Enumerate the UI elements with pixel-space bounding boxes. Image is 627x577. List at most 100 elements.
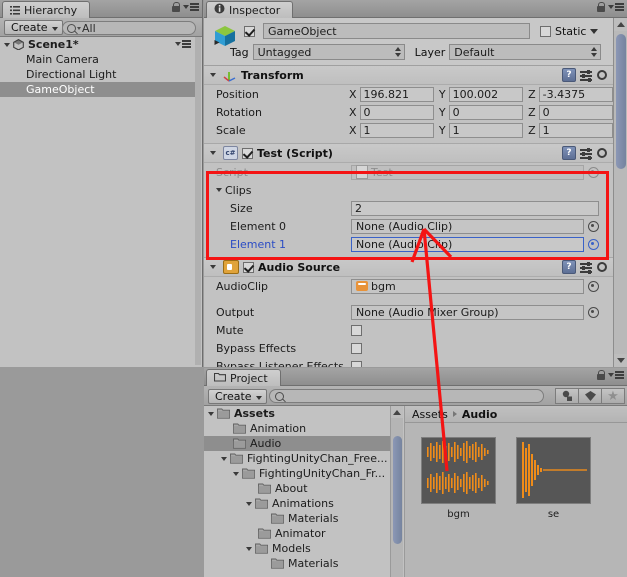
preset-icon[interactable]: [580, 261, 592, 274]
gear-icon[interactable]: [596, 261, 608, 273]
object-picker-icon[interactable]: [588, 220, 599, 232]
tab-hierarchy[interactable]: Hierarchy: [2, 1, 91, 18]
chevron-down-icon[interactable]: [216, 188, 222, 192]
type-filter-button[interactable]: [555, 388, 579, 404]
asset-thumbnail[interactable]: [421, 437, 496, 504]
hierarchy-row-gameobject[interactable]: GameObject: [0, 82, 195, 97]
tag-dropdown[interactable]: Untagged: [252, 44, 405, 60]
project-create-button[interactable]: Create: [208, 389, 267, 404]
bypass-listener-effects-checkbox[interactable]: [351, 360, 362, 367]
output-object-field[interactable]: None (Audio Mixer Group): [351, 304, 584, 320]
hamburger-menu-icon[interactable]: [608, 371, 624, 379]
audio-source-header[interactable]: Audio Source ?: [204, 258, 613, 277]
project-tree-row-models[interactable]: Models: [204, 541, 399, 556]
scroll-down-button[interactable]: [614, 354, 627, 367]
scale-y-input[interactable]: 1: [448, 122, 524, 138]
favorite-button[interactable]: ★: [601, 388, 625, 404]
static-checkbox[interactable]: [540, 26, 551, 37]
clips-foldout-row[interactable]: Clips: [204, 181, 613, 199]
rotation-y-input[interactable]: 0: [448, 104, 524, 120]
hierarchy-row-directional-light[interactable]: Directional Light: [0, 67, 195, 82]
lock-icon[interactable]: [597, 2, 605, 12]
chevron-down-icon[interactable]: [590, 29, 599, 34]
tab-inspector[interactable]: Inspector: [206, 1, 294, 18]
chevron-down-icon[interactable]: [246, 501, 252, 506]
inspector-scrollbar[interactable]: [613, 18, 627, 367]
chevron-down-icon[interactable]: [210, 265, 216, 269]
scale-x-input[interactable]: 1: [359, 122, 434, 138]
chevron-down-icon[interactable]: [208, 411, 214, 416]
lock-icon[interactable]: [597, 370, 605, 380]
breadcrumb-assets[interactable]: Assets: [412, 408, 448, 421]
label-filter-button[interactable]: [578, 388, 602, 404]
help-icon[interactable]: ?: [562, 260, 576, 274]
help-icon[interactable]: ?: [562, 68, 576, 82]
project-tree-row-fightingunitychan-fr[interactable]: FightingUnityChan_Fr...: [204, 466, 399, 481]
project-tree-row-assets[interactable]: Assets: [204, 406, 399, 421]
object-picker-icon[interactable]: [588, 238, 599, 250]
project-tree-row-animations[interactable]: Animations: [204, 496, 399, 511]
preset-icon[interactable]: [580, 69, 592, 82]
audioclip-object-field[interactable]: bgm: [351, 278, 584, 294]
project-tree-row-materials-models[interactable]: Materials: [204, 556, 399, 571]
hierarchy-row-scene[interactable]: Scene1*: [0, 37, 195, 52]
object-picker-icon[interactable]: [588, 280, 599, 292]
clips-size-input[interactable]: 2: [351, 200, 599, 216]
mute-checkbox[interactable]: [351, 324, 362, 336]
chevron-down-icon[interactable]: [210, 151, 216, 155]
project-tree-row-audio[interactable]: Audio: [204, 436, 399, 451]
audio-source-enabled-checkbox[interactable]: [243, 261, 254, 273]
chevron-down-icon[interactable]: [221, 456, 227, 461]
layer-dropdown[interactable]: Default: [449, 44, 602, 60]
transform-header[interactable]: Transform ?: [204, 66, 613, 85]
static-toggle[interactable]: Static: [540, 25, 599, 38]
test-script-header[interactable]: c# Test (Script) ?: [204, 144, 613, 163]
element-0-object-field[interactable]: None (Audio Clip): [351, 218, 584, 234]
rotation-z-input[interactable]: 0: [538, 104, 613, 120]
create-button[interactable]: Create: [4, 20, 63, 35]
hierarchy-row-main-camera[interactable]: Main Camera: [0, 52, 195, 67]
chevron-down-icon[interactable]: [233, 471, 239, 476]
hierarchy-scrollbar[interactable]: [195, 37, 201, 365]
chevron-down-icon[interactable]: [210, 73, 216, 77]
tree-scroll-up-button[interactable]: [391, 406, 403, 418]
element-1-object-field[interactable]: None (Audio Clip): [351, 236, 584, 252]
project-tree-row-fightingunitychan-free[interactable]: FightingUnityChan_Free...: [204, 451, 399, 466]
project-tree-row-animator[interactable]: Animator: [204, 526, 399, 541]
bypass-effects-checkbox[interactable]: [351, 342, 362, 354]
project-tree-row-animation[interactable]: Animation: [204, 421, 399, 436]
position-x-input[interactable]: 196.821: [359, 86, 434, 102]
breadcrumb-audio[interactable]: Audio: [462, 408, 498, 421]
asset-item-se[interactable]: se: [516, 437, 591, 577]
scene-context-menu-icon[interactable]: [175, 40, 191, 48]
gear-icon[interactable]: [596, 69, 608, 81]
project-tree-row-materials-anim[interactable]: Materials: [204, 511, 399, 526]
hamburger-menu-icon[interactable]: [183, 3, 199, 11]
hierarchy-search-input[interactable]: All: [62, 21, 196, 35]
preset-icon[interactable]: [580, 147, 592, 160]
position-z-input[interactable]: -3.4375: [538, 86, 613, 102]
position-y-input[interactable]: 100.002: [448, 86, 524, 102]
gameobject-name-input[interactable]: GameObject: [263, 23, 530, 39]
asset-item-bgm[interactable]: bgm: [421, 437, 496, 577]
inspector-scroll-thumb[interactable]: [616, 34, 626, 169]
chevron-down-icon[interactable]: [4, 42, 10, 47]
scale-z-input[interactable]: 1: [538, 122, 613, 138]
object-picker-icon[interactable]: [588, 306, 599, 318]
chevron-down-icon[interactable]: [246, 546, 252, 551]
mute-label: Mute: [216, 323, 244, 337]
rotation-x-input[interactable]: 0: [359, 104, 434, 120]
project-tree-scroll-thumb[interactable]: [393, 436, 402, 544]
test-script-enabled-checkbox[interactable]: [242, 147, 253, 159]
project-tree-row-about[interactable]: About: [204, 481, 399, 496]
scroll-up-button[interactable]: [614, 18, 627, 31]
gear-icon[interactable]: [596, 147, 608, 159]
asset-thumbnail[interactable]: [516, 437, 591, 504]
tab-project[interactable]: Project: [206, 369, 281, 386]
gameobject-enabled-checkbox[interactable]: [244, 26, 255, 37]
project-tree-scrollbar[interactable]: [390, 406, 403, 577]
hamburger-menu-icon[interactable]: [608, 3, 624, 11]
project-search-input[interactable]: [269, 389, 544, 403]
lock-icon[interactable]: [172, 2, 180, 12]
help-icon[interactable]: ?: [562, 146, 576, 160]
